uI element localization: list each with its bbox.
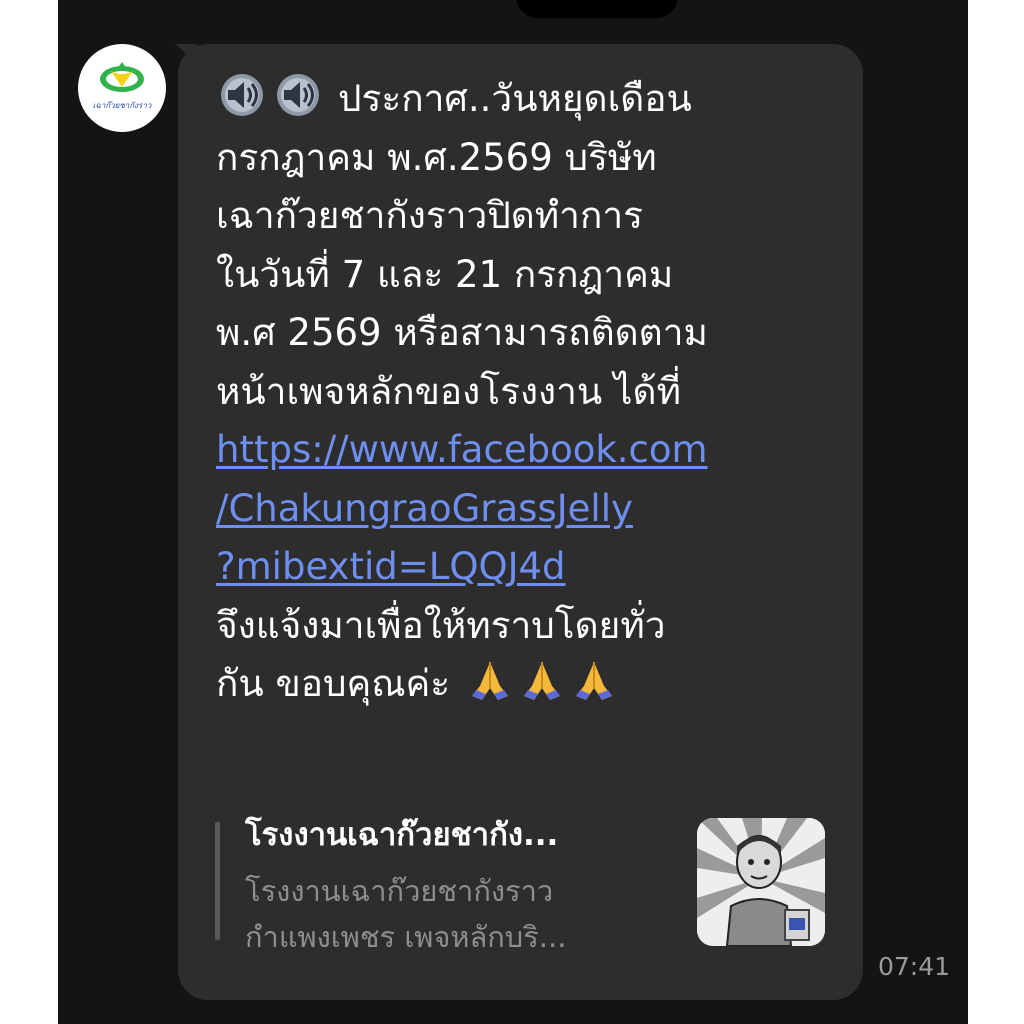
message-line-1: ประกาศ..วันหยุดเดือน — [216, 70, 856, 129]
avatar[interactable]: เฉาก๊วยชากังราว — [78, 44, 166, 132]
link-preview-title[interactable]: โรงงานเฉาก๊วยชากัง... — [245, 814, 665, 856]
pray-icon — [471, 662, 508, 700]
logo-icon — [100, 62, 144, 92]
facebook-link[interactable]: https://www.facebook.com — [216, 421, 856, 480]
message-text-line: กัน ขอบคุณค่ะ — [216, 662, 451, 705]
pray-icon — [523, 662, 560, 700]
speaker-icon — [277, 74, 319, 116]
message-text-line: เฉาก๊วยชากังราวปิดทำการ — [216, 194, 643, 237]
avatar-logo-text: เฉาก๊วยชากังราว — [92, 101, 152, 110]
link-preview-description[interactable]: โรงงานเฉาก๊วยชากังราว กำแพงเพชร เพจหลักบ… — [245, 868, 665, 960]
message-text-line: ในวันที่ 7 และ 21 กรกฎาคม — [216, 252, 674, 296]
pray-icon — [575, 662, 612, 700]
link-preview-description-line: โรงงานเฉาก๊วยชากังราว — [245, 874, 554, 908]
facebook-link[interactable]: /ChakungraoGrassJelly — [216, 480, 856, 539]
facebook-link[interactable]: ?mibextid=LQQJ4d — [216, 538, 856, 597]
message-timestamp: 07:41 — [878, 952, 951, 981]
link-preview-thumbnail[interactable] — [697, 818, 825, 946]
camera-notch — [516, 0, 678, 18]
message-text-line: กรกฎาคม พ.ศ.2569 บริษัท — [216, 135, 657, 179]
message-text-line: จึงแจ้งมาเพื่อให้ทราบโดยทั่ว — [216, 603, 666, 647]
thumbnail-image — [697, 818, 825, 946]
message-text-line: พ.ศ 2569 หรือสามารถติดตาม — [216, 311, 708, 354]
message-line-last: กัน ขอบคุณค่ะ — [216, 655, 856, 714]
link-preview-description-line: กำแพงเพชร เพจหลักบริ... — [245, 920, 567, 954]
link-preview-accent — [215, 822, 220, 940]
speaker-icons — [216, 70, 328, 129]
message-text-line: หน้าเพจหลักของโรงงาน ได้ที่ — [216, 369, 681, 413]
speaker-icon — [221, 74, 263, 116]
message-text: ประกาศ..วันหยุดเดือน กรกฎาคม พ.ศ.2569 บร… — [216, 70, 856, 714]
message-text-line: ประกาศ..วันหยุดเดือน — [338, 77, 692, 120]
